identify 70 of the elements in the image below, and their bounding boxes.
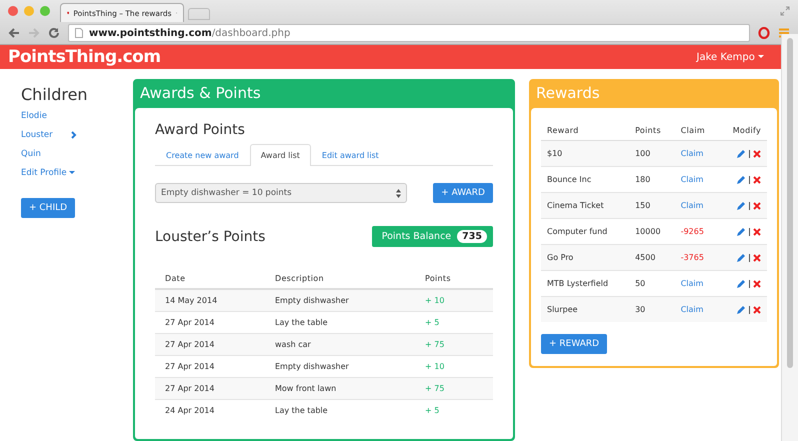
claim-link[interactable]: Claim <box>680 305 704 314</box>
up-down-arrows-icon <box>396 188 401 198</box>
delete-icon[interactable] <box>753 202 761 210</box>
brand-logo[interactable]: PointsThing.com <box>8 47 161 67</box>
date-cell: 14 May 2014 <box>155 289 265 312</box>
delete-icon[interactable] <box>753 306 761 314</box>
scrollbar[interactable] <box>781 34 798 441</box>
description-cell: Lay the table <box>265 400 415 421</box>
points-cell: 4500 <box>629 244 675 270</box>
child-link[interactable]: Louster <box>21 130 53 140</box>
award-button[interactable]: + AWARD <box>433 183 493 203</box>
sidebar-title: Children <box>21 85 89 104</box>
reward-cell: Go Pro <box>541 244 630 270</box>
date-cell: 27 Apr 2014 <box>155 378 265 400</box>
back-icon[interactable] <box>8 27 20 39</box>
pencil-icon[interactable] <box>736 252 746 262</box>
claim-link[interactable]: Claim <box>680 175 704 184</box>
points-cell: 150 <box>629 192 675 218</box>
add-child-button[interactable]: + CHILD <box>21 198 76 218</box>
points-cell: + 10 <box>415 289 493 312</box>
section-title: Award Points <box>155 122 246 138</box>
reload-icon[interactable] <box>48 27 60 39</box>
description-cell: Empty dishwasher <box>265 289 415 312</box>
fullscreen-icon[interactable] <box>780 6 790 16</box>
balance-value: 735 <box>457 230 487 243</box>
tab[interactable]: Edit award list <box>310 144 390 166</box>
user-menu[interactable]: Jake Kempo <box>696 52 764 62</box>
delete-icon[interactable] <box>753 280 761 288</box>
description-cell: Mow front lawn <box>265 378 415 400</box>
ring-icon[interactable] <box>758 27 770 39</box>
claim-link[interactable]: Claim <box>680 279 704 288</box>
edit-profile-link[interactable]: Edit Profile <box>21 168 76 178</box>
close-window-icon[interactable] <box>8 6 18 16</box>
award-select[interactable]: Empty dishwasher = 10 points <box>155 183 407 203</box>
tab[interactable]: Award list <box>250 144 311 166</box>
points-title: Louster’s Points <box>155 228 266 244</box>
child-link[interactable]: Elodie <box>21 110 47 120</box>
reward-cell: Cinema Ticket <box>541 192 630 218</box>
delete-icon[interactable] <box>753 228 761 236</box>
points-cell: + 75 <box>415 334 493 356</box>
address-field[interactable]: www.pointsthing.com/dashboard.php <box>68 24 750 42</box>
points-cell: 100 <box>629 140 675 166</box>
points-cell: 30 <box>629 296 675 322</box>
pencil-icon[interactable] <box>736 278 746 288</box>
panel-title: Awards & Points <box>139 83 262 104</box>
panel-title: Rewards <box>535 83 601 104</box>
claim-link[interactable]: Claim <box>680 149 704 158</box>
points-cell: + 75 <box>415 378 493 400</box>
delete-icon[interactable] <box>753 254 761 262</box>
child-link[interactable]: Quin <box>21 148 41 158</box>
add-reward-button[interactable]: + REWARD <box>541 334 608 354</box>
shortfall-value: -3765 <box>680 253 704 262</box>
reward-cell: $10 <box>541 140 630 166</box>
page-icon <box>75 28 83 38</box>
balance-label: Points Balance <box>382 231 452 242</box>
pencil-icon[interactable] <box>736 226 746 236</box>
delete-icon[interactable] <box>753 150 761 158</box>
tab[interactable]: Create new award <box>155 144 250 166</box>
description-cell: wash car <box>265 334 415 356</box>
pencil-icon[interactable] <box>736 174 746 184</box>
pencil-icon[interactable] <box>736 200 746 210</box>
points-cell: + 5 <box>415 400 493 421</box>
reward-cell: Slurpee <box>541 296 630 322</box>
pencil-icon[interactable] <box>736 148 746 158</box>
date-cell: 24 Apr 2014 <box>155 400 265 421</box>
pencil-icon[interactable] <box>736 304 746 314</box>
claim-link[interactable]: Claim <box>680 201 704 210</box>
date-cell: 27 Apr 2014 <box>155 334 265 356</box>
shortfall-value: -9265 <box>680 227 704 236</box>
delete-icon[interactable] <box>753 176 761 184</box>
